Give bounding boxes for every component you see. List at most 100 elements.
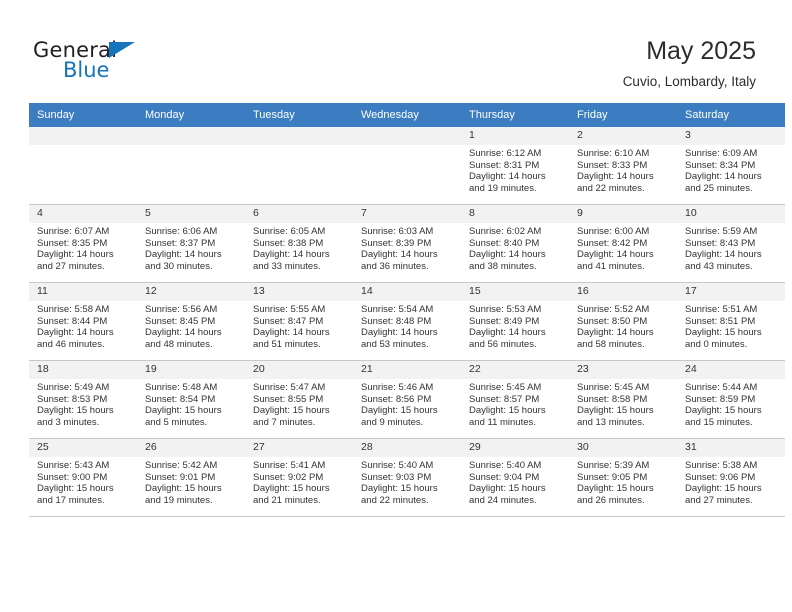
calendar-cell-inner: 18 Sunrise: 5:49 AM Sunset: 8:53 PM Dayligh…	[29, 361, 137, 438]
calendar-cell-inner: 20 Sunrise: 5:47 AM Sunset: 8:55 PM Dayligh…	[245, 361, 353, 438]
calendar-cell-empty	[353, 127, 461, 205]
calendar-day-cell[interactable]: 26 Sunrise: 5:42 AM Sunset: 9:01 PM Dayligh…	[137, 438, 245, 517]
daylight-text-line1: Daylight: 15 hours	[685, 483, 762, 495]
sunset-text: Sunset: 8:55 PM	[253, 393, 324, 405]
calendar-cell-inner	[353, 127, 461, 204]
calendar-body: 1 Sunrise: 6:12 AM Sunset: 8:31 PM Daylight…	[29, 127, 785, 517]
calendar-day-cell[interactable]: 6 Sunrise: 6:05 AM Sunset: 8:38 PM Daylight…	[245, 204, 353, 283]
calendar-day-cell[interactable]: 19 Sunrise: 5:48 AM Sunset: 8:54 PM Dayligh…	[137, 360, 245, 439]
calendar-cell-inner: 23 Sunrise: 5:45 AM Sunset: 8:58 PM Dayligh…	[569, 361, 677, 438]
calendar-day-cell[interactable]: 27 Sunrise: 5:41 AM Sunset: 9:02 PM Dayligh…	[245, 438, 353, 517]
sunset-text: Sunset: 8:49 PM	[469, 315, 540, 327]
sunset-text: Sunset: 9:03 PM	[361, 471, 432, 483]
calendar-cell-inner: 4 Sunrise: 6:07 AM Sunset: 8:35 PM Daylight…	[29, 205, 137, 282]
calendar-cell-inner: 25 Sunrise: 5:43 AM Sunset: 9:00 PM Dayligh…	[29, 439, 137, 516]
daylight-text-line2: and 48 minutes.	[145, 339, 213, 351]
calendar-cell-inner: 2 Sunrise: 6:10 AM Sunset: 8:33 PM Daylight…	[569, 127, 677, 204]
day-number: 19	[137, 361, 245, 379]
sunset-text: Sunset: 8:42 PM	[577, 237, 648, 249]
day-number: 13	[245, 283, 353, 301]
daylight-text-line1: Daylight: 15 hours	[361, 405, 438, 417]
calendar-day-cell[interactable]: 8 Sunrise: 6:02 AM Sunset: 8:40 PM Daylight…	[461, 204, 569, 283]
calendar-cell-empty	[29, 127, 137, 205]
daylight-text-line2: and 7 minutes.	[253, 417, 316, 429]
sunset-text: Sunset: 9:00 PM	[37, 471, 108, 483]
calendar-day-cell[interactable]: 20 Sunrise: 5:47 AM Sunset: 8:55 PM Dayligh…	[245, 360, 353, 439]
title-block: May 2025 Cuvio, Lombardy, Italy	[623, 36, 756, 92]
sunrise-text: Sunrise: 5:38 AM	[685, 460, 758, 471]
day-number: 14	[353, 283, 461, 301]
daylight-text-line2: and 58 minutes.	[577, 339, 645, 351]
calendar-day-cell[interactable]: 4 Sunrise: 6:07 AM Sunset: 8:35 PM Daylight…	[29, 204, 137, 283]
sunset-text: Sunset: 8:50 PM	[577, 315, 648, 327]
calendar-day-cell[interactable]: 10 Sunrise: 5:59 AM Sunset: 8:43 PM Dayligh…	[677, 204, 785, 283]
calendar-day-cell[interactable]: 21 Sunrise: 5:46 AM Sunset: 8:56 PM Dayligh…	[353, 360, 461, 439]
brand-logo[interactable]: General Blue	[33, 38, 163, 86]
day-details: Sunrise: 5:41 AM Sunset: 9:02 PM Daylight:…	[245, 457, 353, 507]
day-number: 26	[137, 439, 245, 457]
sunrise-text: Sunrise: 5:41 AM	[253, 460, 326, 471]
sunset-text: Sunset: 9:01 PM	[145, 471, 216, 483]
calendar-day-cell[interactable]: 3 Sunrise: 6:09 AM Sunset: 8:34 PM Daylight…	[677, 127, 785, 205]
sunset-text: Sunset: 8:57 PM	[469, 393, 540, 405]
calendar-day-cell[interactable]: 16 Sunrise: 5:52 AM Sunset: 8:50 PM Dayligh…	[569, 282, 677, 361]
calendar-day-cell[interactable]: 12 Sunrise: 5:56 AM Sunset: 8:45 PM Dayligh…	[137, 282, 245, 361]
daylight-text-line1: Daylight: 14 hours	[145, 249, 222, 261]
calendar-day-cell[interactable]: 31 Sunrise: 5:38 AM Sunset: 9:06 PM Dayligh…	[677, 438, 785, 517]
calendar-cell-inner: 17 Sunrise: 5:51 AM Sunset: 8:51 PM Dayligh…	[677, 283, 785, 360]
day-details: Sunrise: 6:05 AM Sunset: 8:38 PM Daylight:…	[245, 223, 353, 273]
sunrise-text: Sunrise: 6:07 AM	[37, 226, 110, 237]
calendar-day-cell[interactable]: 1 Sunrise: 6:12 AM Sunset: 8:31 PM Daylight…	[461, 127, 569, 205]
calendar-day-cell[interactable]: 5 Sunrise: 6:06 AM Sunset: 8:37 PM Daylight…	[137, 204, 245, 283]
calendar-day-cell[interactable]: 25 Sunrise: 5:43 AM Sunset: 9:00 PM Dayligh…	[29, 438, 137, 517]
calendar-cell-inner	[29, 127, 137, 204]
calendar-week-row: 1 Sunrise: 6:12 AM Sunset: 8:31 PM Daylight…	[29, 127, 785, 205]
day-number: 24	[677, 361, 785, 379]
calendar-day-cell[interactable]: 14 Sunrise: 5:54 AM Sunset: 8:48 PM Dayligh…	[353, 282, 461, 361]
calendar-day-cell[interactable]: 7 Sunrise: 6:03 AM Sunset: 8:39 PM Daylight…	[353, 204, 461, 283]
daylight-text-line1: Daylight: 15 hours	[577, 483, 654, 495]
calendar-cell-inner: 15 Sunrise: 5:53 AM Sunset: 8:49 PM Dayligh…	[461, 283, 569, 360]
calendar-day-cell[interactable]: 11 Sunrise: 5:58 AM Sunset: 8:44 PM Dayligh…	[29, 282, 137, 361]
sunrise-text: Sunrise: 6:03 AM	[361, 226, 434, 237]
calendar-grid: Sunday Monday Tuesday Wednesday Thursday…	[29, 103, 785, 517]
calendar-day-cell[interactable]: 18 Sunrise: 5:49 AM Sunset: 8:53 PM Dayligh…	[29, 360, 137, 439]
weekday-header-friday: Friday	[569, 103, 677, 127]
sunset-text: Sunset: 8:48 PM	[361, 315, 432, 327]
calendar-day-cell[interactable]: 24 Sunrise: 5:44 AM Sunset: 8:59 PM Dayligh…	[677, 360, 785, 439]
calendar-cell-inner: 12 Sunrise: 5:56 AM Sunset: 8:45 PM Dayligh…	[137, 283, 245, 360]
calendar-day-cell[interactable]: 9 Sunrise: 6:00 AM Sunset: 8:42 PM Daylight…	[569, 204, 677, 283]
day-number: 6	[245, 205, 353, 223]
daylight-text-line1: Daylight: 14 hours	[469, 327, 546, 339]
day-details: Sunrise: 6:03 AM Sunset: 8:39 PM Daylight:…	[353, 223, 461, 273]
calendar-day-cell[interactable]: 29 Sunrise: 5:40 AM Sunset: 9:04 PM Dayligh…	[461, 438, 569, 517]
day-number: 31	[677, 439, 785, 457]
calendar-day-cell[interactable]: 13 Sunrise: 5:55 AM Sunset: 8:47 PM Dayligh…	[245, 282, 353, 361]
calendar-day-cell[interactable]: 15 Sunrise: 5:53 AM Sunset: 8:49 PM Dayligh…	[461, 282, 569, 361]
daylight-text-line2: and 38 minutes.	[469, 261, 537, 273]
daylight-text-line2: and 21 minutes.	[253, 495, 321, 507]
daylight-text-line2: and 30 minutes.	[145, 261, 213, 273]
daylight-text-line2: and 26 minutes.	[577, 495, 645, 507]
calendar-cell-inner	[137, 127, 245, 204]
sunrise-text: Sunrise: 6:12 AM	[469, 148, 542, 159]
calendar-day-cell[interactable]: 23 Sunrise: 5:45 AM Sunset: 8:58 PM Dayligh…	[569, 360, 677, 439]
daylight-text-line2: and 17 minutes.	[37, 495, 105, 507]
daylight-text-line2: and 13 minutes.	[577, 417, 645, 429]
day-number: 8	[461, 205, 569, 223]
day-number: 23	[569, 361, 677, 379]
calendar-page: General Blue May 2025 Cuvio, Lombardy, I…	[0, 0, 792, 612]
calendar-day-cell[interactable]: 22 Sunrise: 5:45 AM Sunset: 8:57 PM Dayligh…	[461, 360, 569, 439]
calendar-day-cell[interactable]: 17 Sunrise: 5:51 AM Sunset: 8:51 PM Dayligh…	[677, 282, 785, 361]
daylight-text-line1: Daylight: 14 hours	[469, 249, 546, 261]
calendar-day-cell[interactable]: 2 Sunrise: 6:10 AM Sunset: 8:33 PM Daylight…	[569, 127, 677, 205]
daylight-text-line1: Daylight: 15 hours	[685, 327, 762, 339]
calendar-day-cell[interactable]: 30 Sunrise: 5:39 AM Sunset: 9:05 PM Dayligh…	[569, 438, 677, 517]
weekday-header-tuesday: Tuesday	[245, 103, 353, 127]
sunrise-text: Sunrise: 5:52 AM	[577, 304, 650, 315]
daylight-text-line1: Daylight: 15 hours	[37, 483, 114, 495]
daylight-text-line2: and 0 minutes.	[685, 339, 748, 351]
day-number: 10	[677, 205, 785, 223]
calendar-day-cell[interactable]: 28 Sunrise: 5:40 AM Sunset: 9:03 PM Dayligh…	[353, 438, 461, 517]
day-number: 20	[245, 361, 353, 379]
